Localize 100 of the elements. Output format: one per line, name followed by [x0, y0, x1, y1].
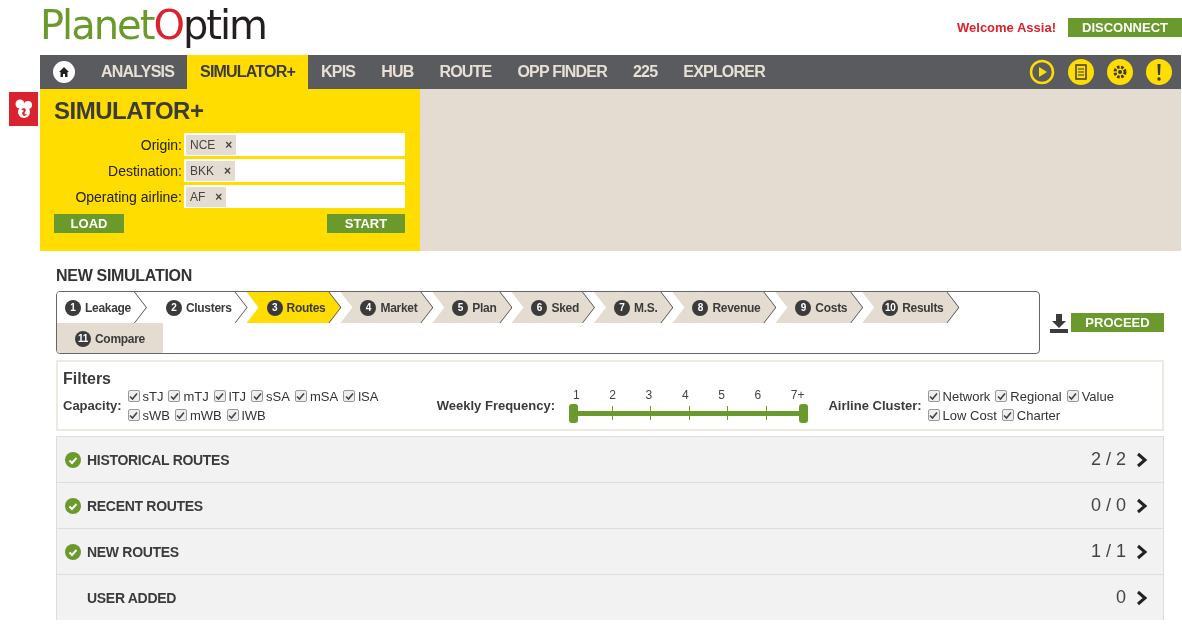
option-label: mTJ	[183, 388, 209, 404]
step-tab[interactable]: 8 Revenue	[672, 292, 776, 323]
route-group-row[interactable]: RECENT ROUTES 0 / 0	[56, 482, 1164, 528]
alert-icon[interactable]	[1146, 59, 1172, 85]
slider-handle[interactable]	[799, 404, 809, 423]
value-token: NCE ×	[186, 134, 237, 155]
tick-label: 1	[573, 388, 580, 402]
step-tab[interactable]: 7 M.S.	[593, 292, 673, 323]
slider-handle[interactable]	[569, 404, 579, 423]
option-label: mWB	[190, 407, 222, 423]
checkbox[interactable]	[343, 390, 356, 402]
remove-icon[interactable]: ×	[224, 163, 232, 178]
checkbox[interactable]	[927, 409, 940, 421]
nav-tab[interactable]: 225	[619, 55, 671, 89]
input-field[interactable]: AF ×	[184, 185, 405, 208]
step-tab[interactable]: 11 Compare	[57, 323, 163, 353]
option-label: lSA	[358, 388, 379, 404]
route-count: 2 / 2	[1090, 449, 1126, 470]
group-title: RECENT ROUTES	[87, 497, 204, 514]
download-icon[interactable]	[1050, 312, 1068, 333]
filter-label: Weekly Frequency:	[436, 398, 556, 413]
filter-label: Airline Cluster:	[828, 398, 922, 413]
option-label: Regional	[1010, 388, 1062, 404]
tick-label: 3	[645, 388, 653, 402]
tick-label: 4	[681, 388, 689, 402]
checkbox[interactable]	[251, 390, 264, 402]
remove-icon[interactable]: ×	[215, 189, 223, 204]
option-label: mSA	[309, 388, 339, 404]
route-group-row[interactable]: NEW ROUTES 1 / 1	[56, 528, 1164, 574]
play-icon[interactable]	[1029, 59, 1055, 85]
option-label: lWB	[241, 407, 266, 423]
filter-label: Capacity:	[63, 398, 122, 413]
route-group-row[interactable]: USER ADDED 0	[56, 574, 1164, 620]
checkbox[interactable]	[1066, 390, 1079, 402]
option-label: Network	[942, 388, 991, 404]
checkbox[interactable]	[294, 390, 307, 402]
option-label: sTJ	[142, 388, 164, 404]
chevron-right-icon	[1136, 451, 1148, 468]
checkbox[interactable]	[1001, 409, 1014, 421]
filters-title: Filters	[63, 370, 112, 388]
input-field[interactable]: BKK ×	[184, 159, 405, 182]
group-title: USER ADDED	[87, 589, 178, 606]
currency-badge[interactable]	[9, 92, 38, 126]
tick-mark	[765, 406, 767, 420]
group-title: HISTORICAL ROUTES	[87, 451, 231, 468]
nav-tab[interactable]: OPP FINDER	[504, 55, 620, 89]
nav-tab[interactable]: ROUTE	[426, 55, 505, 89]
chevron-right-icon	[1136, 497, 1148, 514]
route-group-row[interactable]: HISTORICAL ROUTES 2 / 2	[56, 436, 1164, 482]
route-count: 0	[1116, 587, 1126, 608]
nav-tab[interactable]: ANALYSIS	[88, 55, 188, 89]
checkbox[interactable]	[213, 390, 226, 402]
value-token: AF ×	[186, 186, 227, 207]
step-tab[interactable]: 10 Results	[862, 292, 959, 323]
field-label: Operating airline:	[74, 188, 183, 205]
checkbox[interactable]	[168, 390, 181, 402]
checkbox[interactable]	[927, 390, 940, 402]
nav-tab[interactable]: SIMULATOR+	[187, 55, 308, 89]
settings-icon[interactable]	[1107, 59, 1133, 85]
input-field[interactable]: NCE ×	[184, 133, 405, 156]
value-token: BKK ×	[186, 160, 236, 181]
nav-tab[interactable]: EXPLORER	[670, 55, 778, 89]
field-label: Destination:	[107, 162, 183, 179]
checkbox[interactable]	[995, 390, 1008, 402]
option-label: Low Cost	[942, 407, 997, 423]
tick-label: 5	[718, 388, 725, 402]
home-button[interactable]	[53, 61, 75, 83]
chevron-right-icon	[1136, 589, 1148, 606]
welcome-message: Welcome Assia!	[957, 20, 1056, 35]
document-icon[interactable]	[1068, 59, 1094, 85]
nav-tab[interactable]: HUB	[368, 55, 427, 89]
option-label: sSA	[266, 388, 290, 404]
route-count: 0 / 0	[1090, 495, 1126, 516]
remove-icon[interactable]: ×	[225, 137, 233, 152]
option-label: sWB	[142, 407, 170, 423]
chevron-right-icon	[1136, 543, 1148, 560]
checkbox[interactable]	[226, 409, 239, 421]
option-label: lTJ	[228, 388, 247, 404]
tick-mark	[688, 406, 690, 420]
nav-tab[interactable]: KPIS	[308, 55, 369, 89]
step-tab[interactable]: 6 Sked	[511, 292, 594, 323]
step-tab[interactable]: 5 Plan	[432, 292, 512, 323]
option-label: Value	[1081, 388, 1114, 404]
tick-mark	[650, 406, 652, 420]
step-tab[interactable]: 4 Market	[340, 292, 433, 323]
step-tab[interactable]: 3 Routes	[246, 292, 341, 323]
field-label: Origin:	[139, 136, 183, 153]
group-title: NEW ROUTES	[87, 543, 180, 560]
tick-label: 6	[754, 388, 762, 402]
checkbox[interactable]	[175, 409, 187, 421]
route-count: 1 / 1	[1090, 541, 1126, 562]
tick-label: 2	[609, 388, 616, 402]
step-tab[interactable]: 9 Costs	[775, 292, 863, 323]
checkbox[interactable]	[127, 409, 140, 421]
checkbox[interactable]	[127, 390, 140, 402]
home-icon	[58, 66, 70, 78]
tick-mark	[727, 406, 729, 420]
option-label: Charter	[1016, 407, 1061, 423]
tick-label: 7+	[790, 388, 805, 402]
section-title: NEW SIMULATION	[56, 267, 193, 285]
